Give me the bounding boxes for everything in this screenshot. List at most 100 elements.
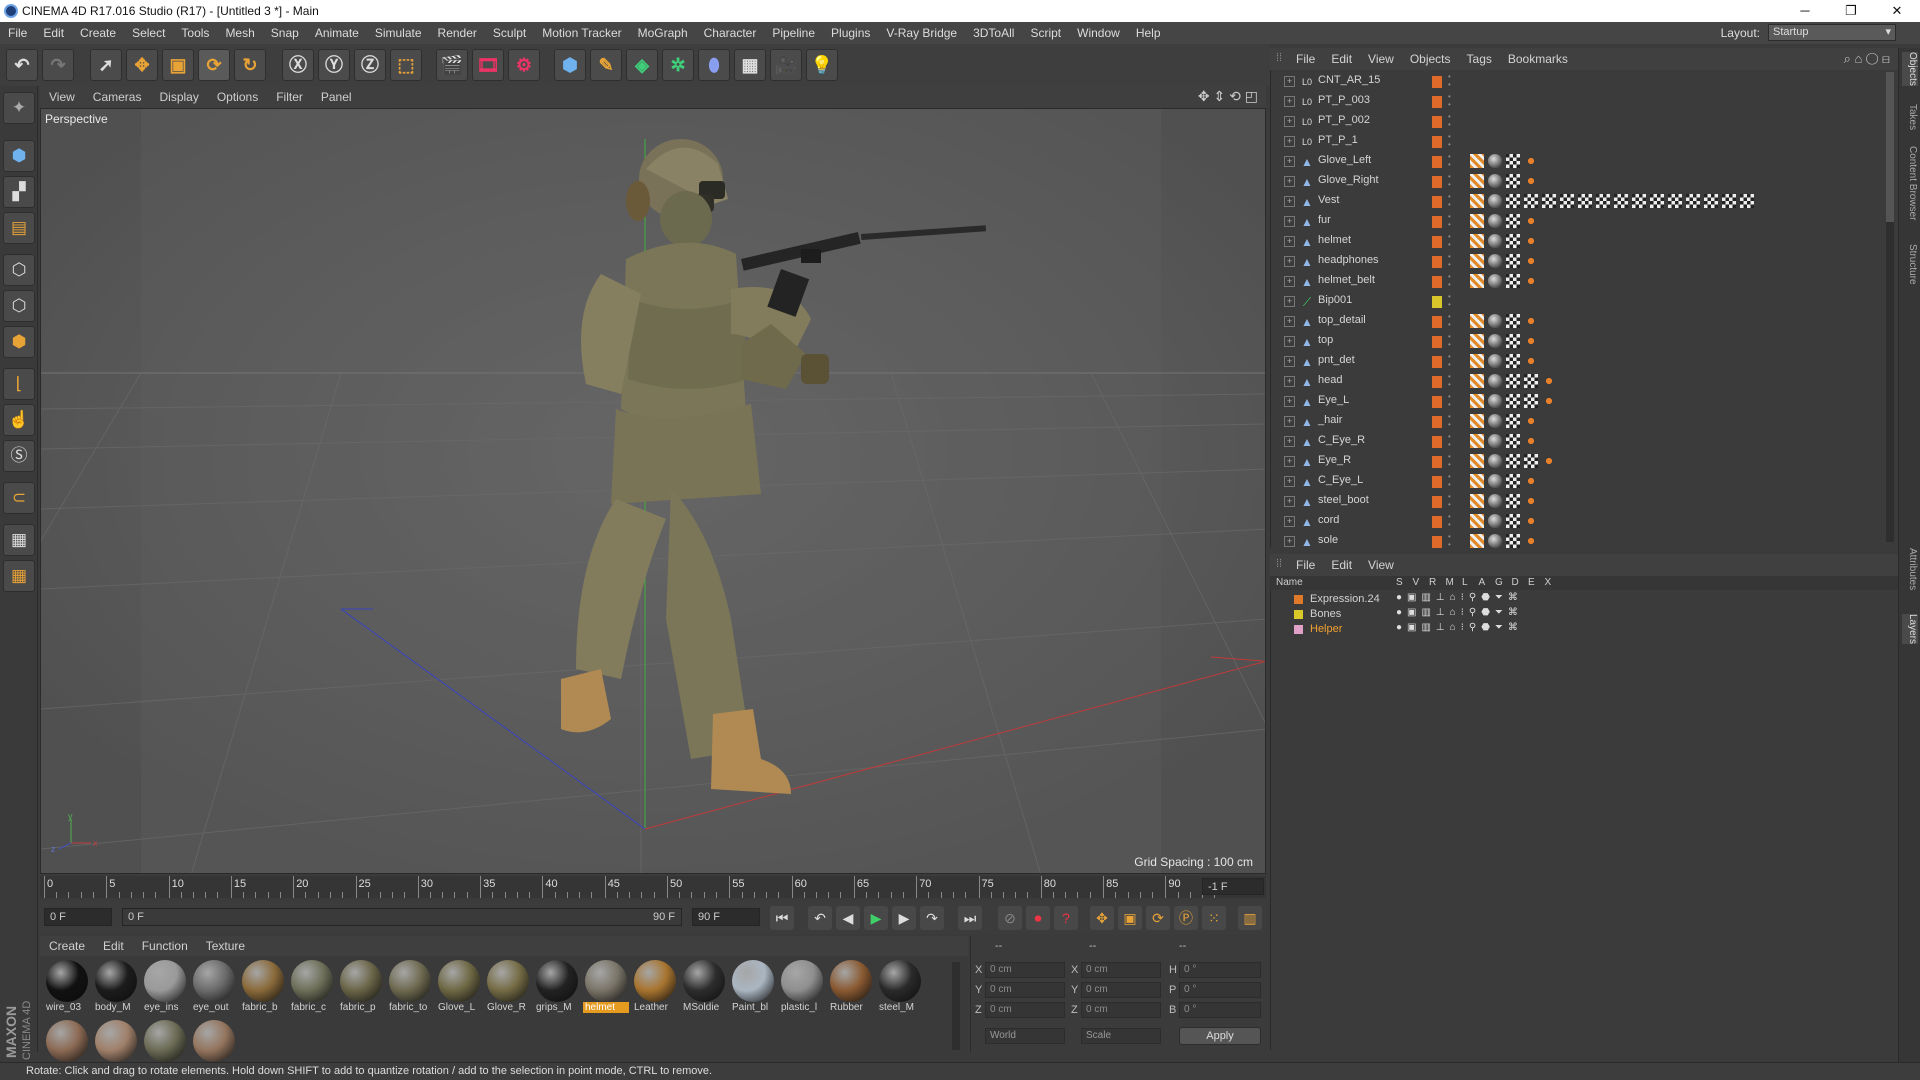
object-scrollbar-thumb[interactable] xyxy=(1886,72,1894,222)
material-swatch[interactable]: eye_ins xyxy=(142,960,188,1018)
planar-workplane-icon[interactable]: ▦ xyxy=(3,560,35,592)
object-row[interactable]: + ▲ cord • • xyxy=(1280,512,1880,532)
material-tag-icon[interactable] xyxy=(1488,314,1502,328)
material-tag-icon[interactable] xyxy=(1488,274,1502,288)
visibility-dots-icon[interactable]: • • xyxy=(1448,293,1451,309)
material-tag-icon[interactable] xyxy=(1524,474,1538,488)
object-menu-item-file[interactable]: File xyxy=(1288,48,1323,70)
object-row[interactable]: + ▲ helmet_belt • • xyxy=(1280,272,1880,292)
material-tag-icon[interactable] xyxy=(1668,194,1682,208)
size-mode-select[interactable]: Scale xyxy=(1081,1028,1161,1044)
viewport-menu-item-options[interactable]: Options xyxy=(208,86,267,108)
object-menu-item-edit[interactable]: Edit xyxy=(1323,48,1360,70)
material-scrollbar[interactable] xyxy=(952,962,960,1050)
layer-color-swatch[interactable] xyxy=(1432,316,1442,328)
material-swatch[interactable]: grips_M xyxy=(534,960,580,1018)
material-tag-icon[interactable] xyxy=(1524,354,1538,368)
expand-toggle-icon[interactable]: + xyxy=(1284,436,1295,447)
render-view-icon[interactable]: 🎬 xyxy=(436,49,468,81)
phong-tag-icon[interactable] xyxy=(1470,534,1484,548)
material-tag-icon[interactable] xyxy=(1524,394,1538,408)
layout-select[interactable]: Startup ▾ xyxy=(1768,24,1896,41)
material-tag-icon[interactable] xyxy=(1488,154,1502,168)
menu-item-character[interactable]: Character xyxy=(696,22,765,44)
phong-tag-icon[interactable] xyxy=(1470,234,1484,248)
visibility-dots-icon[interactable]: • • xyxy=(1448,313,1451,329)
menu-item-help[interactable]: Help xyxy=(1128,22,1169,44)
position-z-field[interactable]: 0 cm xyxy=(985,1002,1065,1018)
layer-color-swatch[interactable] xyxy=(1432,176,1442,188)
locked-workplane-icon[interactable]: ▦ xyxy=(3,524,35,556)
material-tag-icon[interactable] xyxy=(1704,194,1718,208)
texture-tag-icon[interactable] xyxy=(1650,194,1664,208)
material-tag-icon[interactable] xyxy=(1524,314,1538,328)
material-swatch[interactable]: fabric_to xyxy=(387,960,433,1018)
side-tab-objects[interactable]: Objects xyxy=(1902,52,1918,86)
menu-item-sculpt[interactable]: Sculpt xyxy=(485,22,534,44)
visibility-dots-icon[interactable]: • • xyxy=(1448,273,1451,289)
object-name[interactable]: Vest xyxy=(1318,194,1339,206)
end-frame-field[interactable]: 90 F xyxy=(692,908,760,926)
menu-item-3dtoall[interactable]: 3DToAll xyxy=(965,22,1022,44)
visibility-dots-icon[interactable]: • • xyxy=(1448,393,1451,409)
material-swatch[interactable]: eye_out xyxy=(191,960,237,1018)
layer-color-swatch[interactable] xyxy=(1432,516,1442,528)
visibility-dots-icon[interactable]: • • xyxy=(1448,193,1451,209)
expand-toggle-icon[interactable]: + xyxy=(1284,176,1295,187)
menu-item-motion-tracker[interactable]: Motion Tracker xyxy=(534,22,629,44)
y-axis-lock-button[interactable]: Ⓨ xyxy=(318,49,350,81)
visibility-dots-icon[interactable]: • • xyxy=(1448,433,1451,449)
rotation-h-field[interactable]: 0 ° xyxy=(1179,962,1261,978)
menu-item-select[interactable]: Select xyxy=(124,22,173,44)
expand-toggle-icon[interactable]: + xyxy=(1284,396,1295,407)
layer-flag-icons[interactable]: ●▣▥⊥⌂⁝⚲⬣⏷⌘ xyxy=(1396,622,1523,633)
layer-row[interactable]: Bones ●▣▥⊥⌂⁝⚲⬣⏷⌘ xyxy=(1290,607,1770,622)
object-name[interactable]: Eye_R xyxy=(1318,454,1351,466)
layer-column-d[interactable]: D xyxy=(1512,577,1519,588)
visibility-dots-icon[interactable]: • • xyxy=(1448,333,1451,349)
live-selection-icon[interactable]: ➚ xyxy=(90,49,122,81)
material-tag-icon[interactable] xyxy=(1740,194,1754,208)
phong-tag-icon[interactable] xyxy=(1470,274,1484,288)
expand-toggle-icon[interactable]: + xyxy=(1284,96,1295,107)
start-frame-field[interactable]: 0 F xyxy=(44,908,112,926)
menu-item-create[interactable]: Create xyxy=(72,22,124,44)
object-row[interactable]: + ▲ helmet • • xyxy=(1280,232,1880,252)
side-tab-attributes[interactable]: Attributes xyxy=(1902,548,1918,590)
layer-column-name[interactable]: Name xyxy=(1276,577,1303,588)
layer-column-s[interactable]: S xyxy=(1396,577,1403,588)
recent-tool-icon[interactable]: ↻ xyxy=(234,49,266,81)
material-tag-icon[interactable] xyxy=(1488,334,1502,348)
position-x-field[interactable]: 0 cm xyxy=(985,962,1065,978)
make-editable-icon[interactable]: ✦ xyxy=(3,92,35,124)
tweak-mode-icon[interactable]: ☝ xyxy=(3,404,35,436)
layer-column-e[interactable]: E xyxy=(1528,577,1535,588)
texture-tag-icon[interactable] xyxy=(1506,374,1520,388)
layer-color-swatch[interactable] xyxy=(1432,96,1442,108)
material-tag-icon[interactable] xyxy=(1488,454,1502,468)
visibility-dots-icon[interactable]: • • xyxy=(1448,173,1451,189)
texture-tag-icon[interactable] xyxy=(1506,174,1520,188)
material-menu-item-create[interactable]: Create xyxy=(40,936,94,956)
texture-tag-icon[interactable] xyxy=(1614,194,1628,208)
expand-toggle-icon[interactable]: + xyxy=(1284,356,1295,367)
visibility-dots-icon[interactable]: • • xyxy=(1448,113,1451,129)
rotation-b-field[interactable]: 0 ° xyxy=(1179,1002,1261,1018)
layer-column-m[interactable]: M xyxy=(1446,577,1454,588)
object-name[interactable]: _hair xyxy=(1318,414,1342,426)
phong-tag-icon[interactable] xyxy=(1470,454,1484,468)
texture-tag-icon[interactable] xyxy=(1506,414,1520,428)
phong-tag-icon[interactable] xyxy=(1470,154,1484,168)
object-menu-item-tags[interactable]: Tags xyxy=(1459,48,1500,70)
menu-item-plugins[interactable]: Plugins xyxy=(823,22,878,44)
object-menu-item-view[interactable]: View xyxy=(1360,48,1402,70)
texture-tag-icon[interactable] xyxy=(1506,154,1520,168)
camera-icon[interactable]: 🎥 xyxy=(770,49,802,81)
points-mode-icon[interactable]: ⬡ xyxy=(3,254,35,286)
object-name[interactable]: top xyxy=(1318,334,1333,346)
expand-toggle-icon[interactable]: + xyxy=(1284,296,1295,307)
texture-tag-icon[interactable] xyxy=(1506,254,1520,268)
phong-tag-icon[interactable] xyxy=(1470,214,1484,228)
layer-flag-icons[interactable]: ●▣▥⊥⌂⁝⚲⬣⏷⌘ xyxy=(1396,592,1523,603)
material-tag-icon[interactable] xyxy=(1524,414,1538,428)
